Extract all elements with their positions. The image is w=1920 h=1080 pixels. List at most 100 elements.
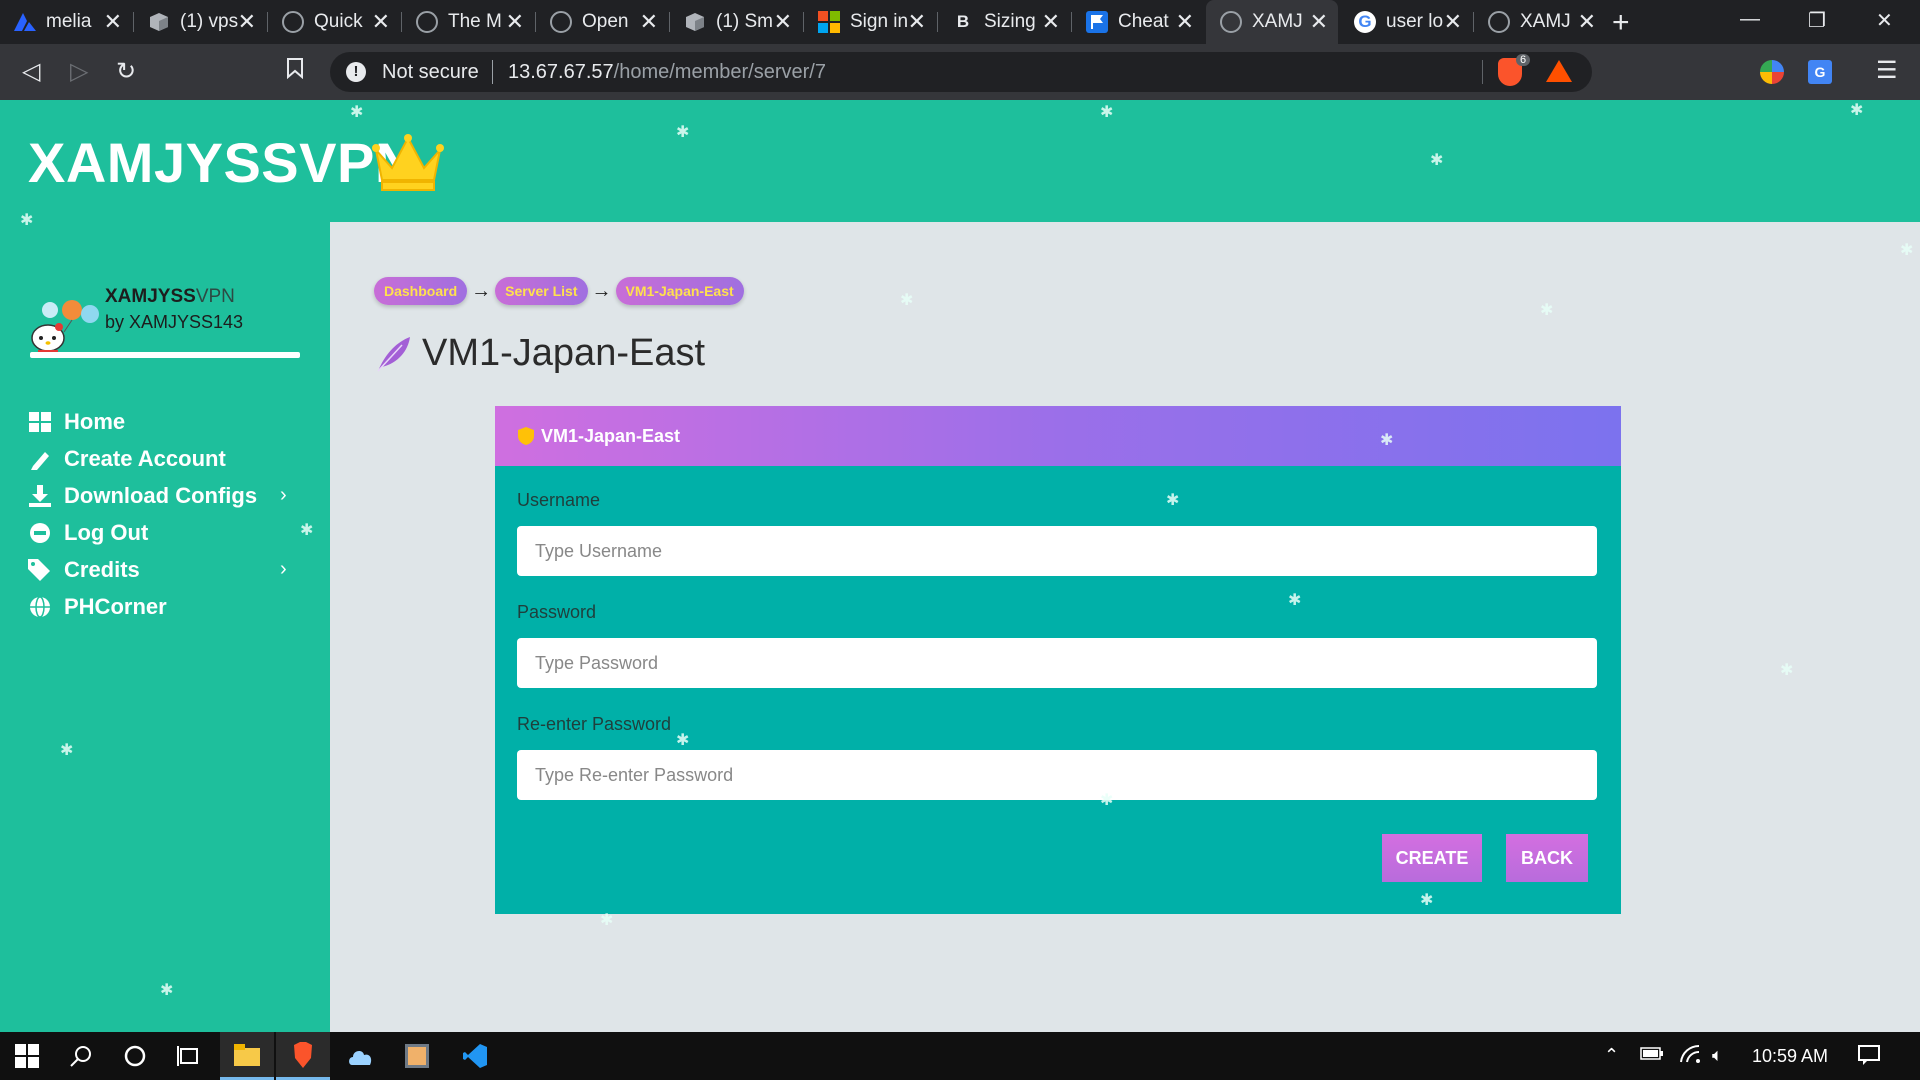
password-label: Password [517,602,597,622]
microsoft-icon [818,11,840,33]
taskbar-file-explorer[interactable] [220,1032,274,1080]
close-icon[interactable]: ✕ [238,11,256,33]
browser-tab[interactable]: Cheat ✕ [1072,0,1204,44]
sidebar-item-label: Log Out [64,520,149,545]
folder-icon [234,1043,260,1066]
cortana-icon [124,1045,146,1067]
close-icon[interactable]: ✕ [506,11,524,33]
close-icon[interactable]: ✕ [1444,11,1462,33]
close-icon[interactable]: ✕ [774,11,792,33]
task-view-icon [177,1046,198,1066]
globe-icon [28,595,52,619]
create-account-card: VM1-Japan-East Username Password Re-ente… [495,406,1621,914]
search-button[interactable] [54,1032,108,1080]
reenter-password-input[interactable] [517,750,1597,800]
address-bar[interactable]: ! Not secure 13.67.67.57/home/member/ser… [330,52,1592,92]
sidebar: XAMJYSSVPN by XAMJYSS143 Home Create Acc… [0,222,330,1032]
minus-circle-icon [28,521,52,545]
globe-icon [550,11,572,33]
extension-icon[interactable] [1760,60,1784,84]
sidebar-item-phcorner[interactable]: PHCorner [28,590,167,624]
back-button[interactable]: BACK [1506,834,1588,882]
sidebar-item-credits[interactable]: Credits [28,553,140,587]
browser-tab[interactable]: The M ✕ [402,0,534,44]
sidebar-item-create-account[interactable]: Create Account [28,442,226,476]
os-taskbar: ⌃ 🔈︎ 10:59 AM [0,1032,1920,1080]
browser-tab[interactable]: Open ✕ [536,0,668,44]
browser-tab[interactable]: melia ✕ [0,0,132,44]
sidebar-item-home[interactable]: Home [28,405,125,439]
close-icon[interactable]: ✕ [908,11,926,33]
browser-tab[interactable]: Quick ✕ [268,0,400,44]
minimize-button[interactable]: — [1740,8,1760,31]
close-icon[interactable]: ✕ [640,11,658,33]
reenter-password-label: Re-enter Password [517,714,672,734]
close-icon[interactable]: ✕ [372,11,390,33]
task-view-button[interactable] [162,1032,216,1080]
brand-logo[interactable]: XAMJYSSVPN [28,130,416,195]
breadcrumb-server-list[interactable]: Server List [495,277,588,305]
pencil-icon [28,447,52,471]
cortana-button[interactable] [108,1032,162,1080]
shield-count-badge: 6 [1516,54,1531,66]
sidebar-item-label: PHCorner [64,594,167,619]
user-name-light: VPN [195,286,235,307]
bookmark-icon[interactable] [286,57,304,86]
start-button[interactable] [0,1032,54,1080]
brave-rewards-icon[interactable] [1546,60,1572,82]
wifi-icon[interactable] [1680,1044,1702,1068]
close-icon[interactable]: ✕ [1578,11,1596,33]
user-subtitle: by XAMJYSS143 [105,312,244,332]
chevron-right-icon[interactable]: › [280,484,287,507]
globe-icon [416,11,438,33]
browser-tab[interactable]: (1) vps ✕ [134,0,266,44]
main-content: Dashboard → Server List → VM1-Japan-East… [330,222,1920,1032]
chevron-right-icon[interactable]: › [280,558,287,581]
info-icon[interactable]: ! [346,62,366,82]
back-icon[interactable]: ◁ [22,57,40,86]
page-title-text: VM1-Japan-East [422,332,706,374]
username-input[interactable] [517,526,1597,576]
create-button[interactable]: CREATE [1382,834,1482,882]
snowflake-icon: ✱ [1100,104,1114,121]
close-icon[interactable]: ✕ [1310,11,1328,33]
breadcrumb: Dashboard → Server List → VM1-Japan-East [374,277,744,305]
sidebar-item-download-configs[interactable]: Download Configs [28,479,257,513]
browser-tab[interactable]: XAMJ ✕ [1474,0,1606,44]
cloud-icon [349,1051,372,1065]
notification-icon[interactable] [1858,1045,1880,1070]
battery-icon[interactable] [1640,1045,1664,1066]
close-icon[interactable]: ✕ [104,11,122,33]
tab-title: Open [582,11,629,32]
windows-icon [15,1044,39,1068]
taskbar-vscode[interactable] [448,1032,502,1080]
taskbar-app[interactable] [390,1032,444,1080]
browser-tab[interactable]: G user lo ✕ [1340,0,1472,44]
taskbar-brave[interactable] [276,1032,330,1080]
sidebar-item-log-out[interactable]: Log Out [28,516,148,550]
url-text[interactable]: 13.67.67.57/home/member/server/7 [508,61,826,84]
browser-tab[interactable]: Sign in ✕ [804,0,936,44]
browser-tab[interactable]: B Sizing ✕ [938,0,1070,44]
restore-button[interactable]: ❐ [1808,8,1826,33]
breadcrumb-current: VM1-Japan-East [615,277,744,305]
breadcrumb-dashboard[interactable]: Dashboard [374,277,468,305]
tab-title: XAMJ [1520,11,1571,32]
clock[interactable]: 10:59 AM [1752,1046,1828,1067]
volume-icon[interactable]: 🔈︎ [1712,1045,1723,1066]
password-input[interactable] [517,638,1597,688]
browser-tab[interactable]: (1) Sm ✕ [670,0,802,44]
translate-extension-icon[interactable]: G [1808,60,1832,84]
browser-tab-active[interactable]: XAMJ ✕ [1206,0,1338,44]
forward-icon[interactable]: ▷ [70,57,88,86]
reload-icon[interactable]: ↻ [116,57,136,86]
close-window-button[interactable]: ✕ [1876,8,1893,33]
close-icon[interactable]: ✕ [1042,11,1060,33]
feather-icon [377,336,410,372]
menu-icon[interactable]: ☰ [1876,56,1898,85]
security-label: Not secure [382,61,479,83]
chevron-up-icon[interactable]: ⌃ [1604,1045,1619,1066]
close-icon[interactable]: ✕ [1176,11,1194,33]
new-tab-button[interactable]: + [1612,6,1630,40]
taskbar-app[interactable] [334,1032,388,1080]
